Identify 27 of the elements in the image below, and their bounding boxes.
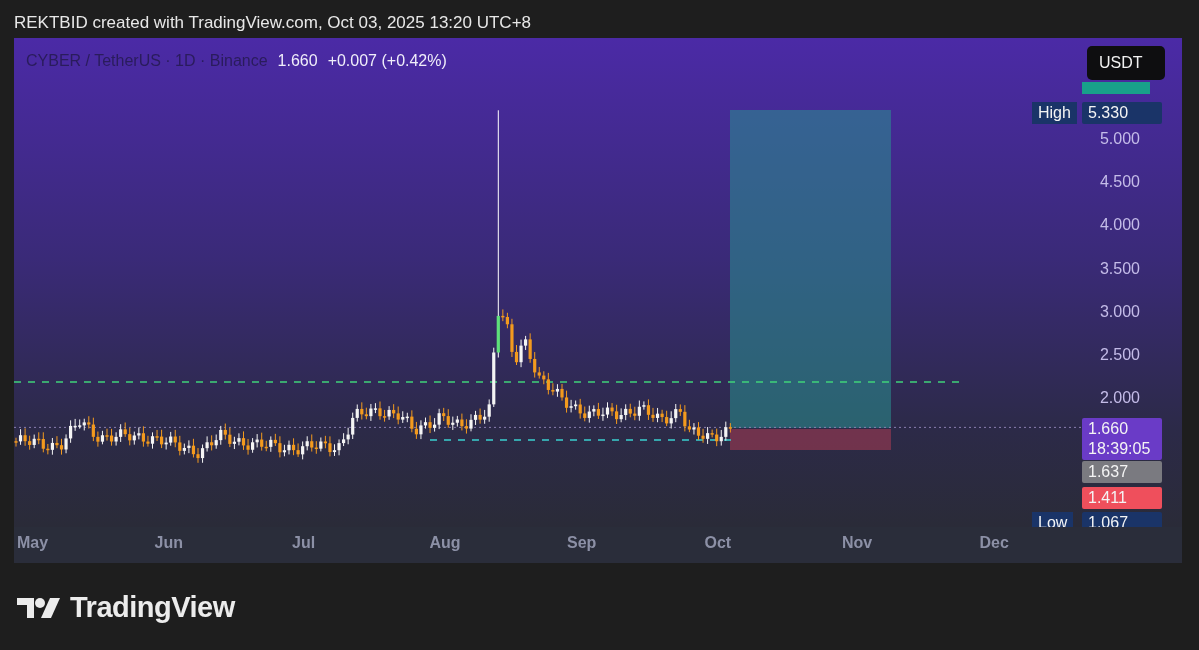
price-change: +0.007 (+0.42%): [327, 52, 447, 70]
price-tag: 5.330: [1082, 102, 1162, 124]
target-price-tag: [1082, 82, 1150, 94]
last-price: 1.660: [277, 52, 318, 70]
price-tick: 4.500: [1099, 173, 1140, 192]
price-tick: 5.000: [1099, 130, 1140, 148]
time-tick: Jul: [292, 534, 316, 552]
time-tick: Sep: [567, 534, 597, 552]
time-tick: Aug: [429, 534, 461, 552]
time-tick: Jun: [154, 534, 183, 552]
price-tick: 3.000: [1099, 302, 1140, 321]
price-tick: 2.500: [1099, 346, 1140, 364]
price-tag: 1.660 18:39:05: [1082, 418, 1162, 460]
time-tick: Oct: [704, 534, 732, 552]
price-tick: 3.500: [1099, 259, 1140, 278]
currency-button[interactable]: USDT: [1087, 46, 1165, 80]
price-tick: 2.000: [1099, 389, 1140, 408]
time-tick: Dec: [979, 534, 1009, 552]
price-tag: 1.411: [1082, 487, 1162, 509]
price-tag: 1.637: [1082, 461, 1162, 483]
price-side-label: High: [1032, 102, 1077, 124]
price-tick: 4.000: [1099, 216, 1140, 235]
brand-name: TradingView: [70, 591, 235, 624]
chart-caption: REKTBID created with TradingView.com, Oct 03, 2025 13:20 UTC+8: [13, 12, 533, 34]
symbol-label: CYBER / TetherUS · 1D · Binance: [26, 52, 268, 70]
time-tick: May: [17, 534, 49, 552]
time-tick: Nov: [842, 534, 873, 552]
